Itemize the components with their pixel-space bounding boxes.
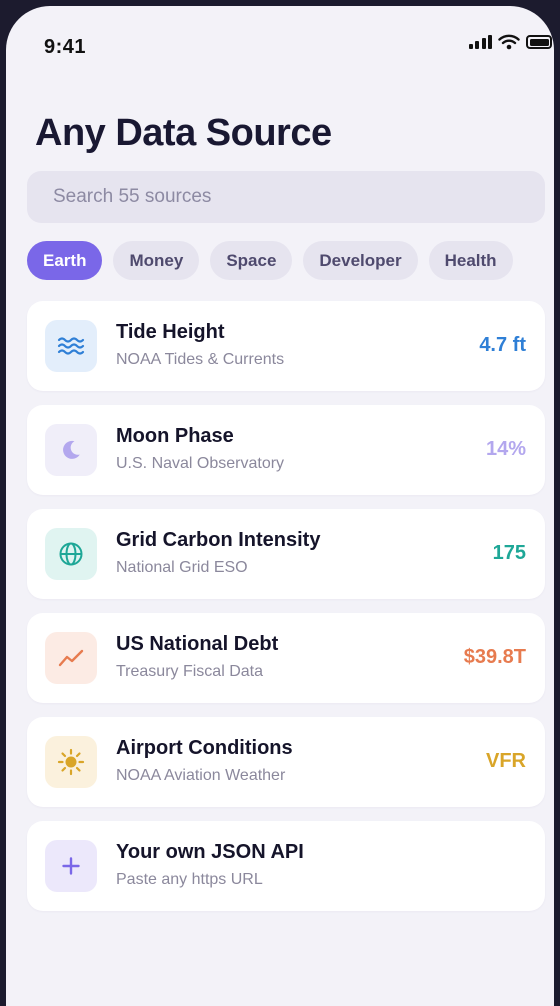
source-title: Your own JSON API (116, 841, 304, 863)
search-input[interactable] (53, 186, 519, 208)
cellular-signal-icon (468, 35, 492, 49)
app-screen: 9:41 Any Data Source Earth Money Space (6, 6, 554, 1006)
source-title: Grid Carbon Intensity (116, 529, 321, 551)
page-title: Any Data Source (35, 112, 332, 154)
source-subtitle: Paste any https URL (116, 871, 263, 888)
category-chip-developer[interactable]: Developer (303, 241, 418, 280)
source-icon-box (45, 632, 97, 684)
category-chip-health[interactable]: Health (428, 241, 513, 280)
moon-icon (63, 440, 80, 459)
wifi-icon (498, 34, 520, 50)
source-card-custom-json-api[interactable]: Your own JSON API Paste any https URL (27, 821, 545, 911)
source-icon-box (45, 424, 97, 476)
source-title: Moon Phase (116, 425, 234, 447)
plus-icon (62, 857, 80, 875)
source-value: 175 (492, 542, 526, 564)
source-card-tide-height[interactable]: Tide Height NOAA Tides & Currents 4.7 ft (27, 301, 545, 391)
device-frame: 9:41 Any Data Source Earth Money Space (0, 0, 560, 1006)
source-title: US National Debt (116, 633, 279, 655)
source-value: $39.8T (463, 646, 526, 668)
source-card-moon-phase[interactable]: Moon Phase U.S. Naval Observatory 14% (27, 405, 545, 495)
source-value: 4.7 ft (479, 334, 526, 356)
source-subtitle: U.S. Naval Observatory (116, 455, 285, 472)
status-icons (468, 34, 552, 50)
source-icon-box (45, 528, 97, 580)
source-subtitle: NOAA Tides & Currents (116, 351, 285, 368)
status-time: 9:41 (44, 36, 87, 58)
trend-line-icon (58, 649, 84, 667)
source-card-grid-carbon-intensity[interactable]: Grid Carbon Intensity National Grid ESO … (27, 509, 545, 599)
source-icon-box (45, 320, 97, 372)
category-chip-earth[interactable]: Earth (27, 241, 103, 280)
category-chip-money[interactable]: Money (113, 241, 200, 280)
source-title: Tide Height (116, 321, 225, 343)
source-subtitle: National Grid ESO (116, 559, 248, 576)
category-chip-space[interactable]: Space (210, 241, 293, 280)
source-icon-box (45, 840, 97, 892)
source-value: 14% (485, 438, 526, 460)
globe-icon (59, 542, 83, 566)
category-filter: Earth Money Space Developer Health (27, 241, 554, 281)
source-card-us-national-debt[interactable]: US National Debt Treasury Fiscal Data $3… (27, 613, 545, 703)
waves-icon (57, 337, 85, 355)
source-card-airport-conditions[interactable]: Airport Conditions NOAA Aviation Weather… (27, 717, 545, 807)
source-title: Airport Conditions (116, 737, 293, 759)
source-value: VFR (486, 750, 526, 772)
source-subtitle: Treasury Fiscal Data (116, 663, 263, 680)
source-list: Tide Height NOAA Tides & Currents 4.7 ft… (27, 301, 545, 925)
sun-icon (57, 748, 85, 776)
source-icon-box (45, 736, 97, 788)
source-subtitle: NOAA Aviation Weather (116, 767, 286, 784)
battery-icon (526, 35, 552, 49)
search-bar[interactable] (27, 171, 545, 223)
status-bar: 9:41 (6, 6, 554, 86)
